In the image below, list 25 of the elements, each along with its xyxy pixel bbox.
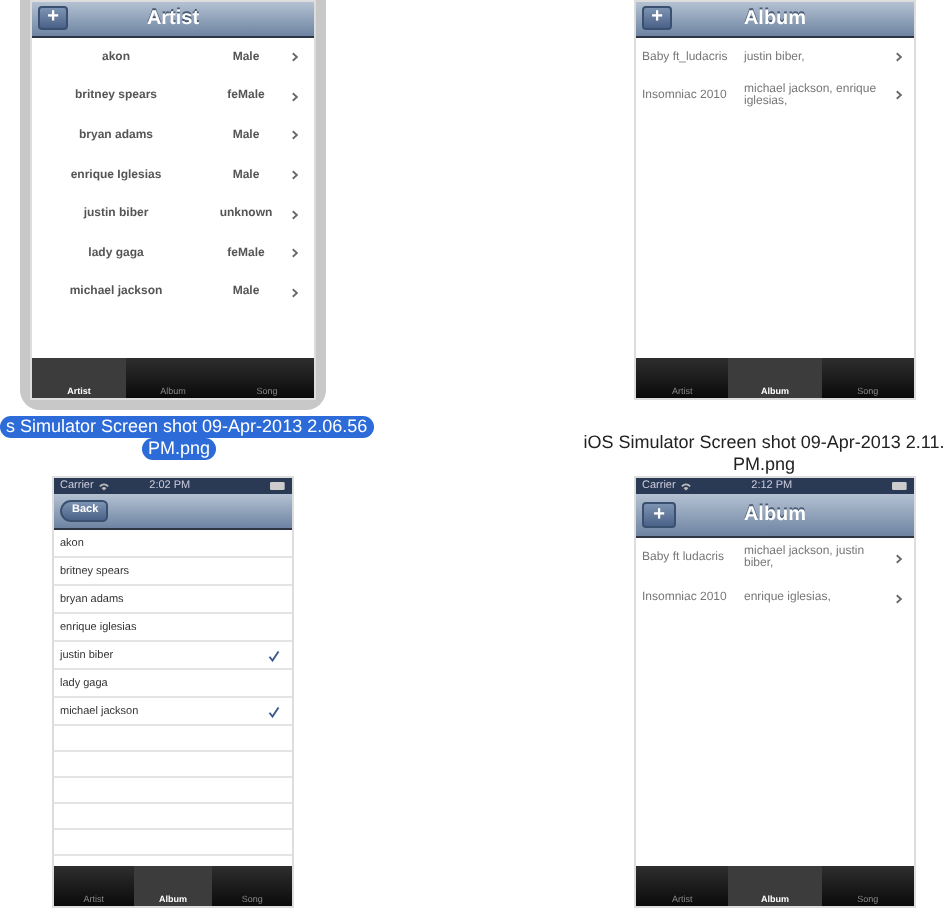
chevron-icon [292, 248, 298, 259]
chevron-icon [292, 287, 298, 298]
file-name: iOS Simulator Screen shot 09-Apr-2013 2.11. [583, 432, 945, 454]
chevron-icon [896, 90, 902, 100]
wifi-icon [97, 481, 110, 491]
nav-title: Album [743, 504, 807, 526]
chevron-icon [896, 553, 902, 563]
chevron-icon [292, 91, 298, 102]
chevron-icon [292, 52, 298, 63]
chevron-icon [896, 52, 902, 62]
chevron-icon [292, 130, 298, 141]
chevron-icon [292, 209, 298, 220]
file-name: s Simulator Screen shot 09-Apr-2013 2.06.56 [0, 416, 374, 438]
chevron-icon [896, 593, 902, 603]
nav-title: Artist [146, 8, 200, 30]
nav-title: Album [743, 8, 807, 30]
add-button[interactable]: + [642, 6, 672, 30]
wifi-icon [679, 481, 692, 491]
battery-icon [892, 482, 908, 490]
file-name: PM.png [142, 438, 217, 460]
add-button[interactable]: + [38, 6, 68, 30]
file-name: PM.png [732, 454, 796, 476]
chevron-icon [292, 170, 298, 181]
battery-icon [270, 482, 286, 490]
add-button[interactable]: + [642, 502, 676, 528]
